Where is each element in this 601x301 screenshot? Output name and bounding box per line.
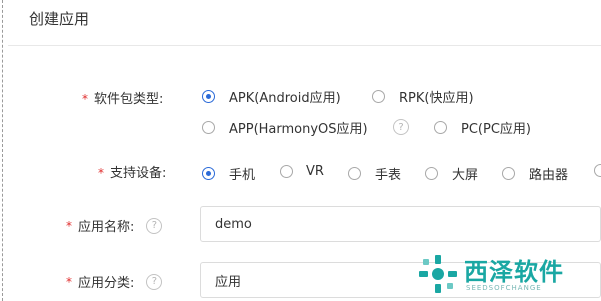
package-type-label: * 软件包类型: [82, 92, 164, 107]
radio-circle[interactable] [348, 167, 361, 180]
radio-device-vr[interactable]: VR [280, 164, 324, 179]
radio-device-screen[interactable]: 大屏 [425, 164, 478, 183]
radio-device-router[interactable]: 路由器 [502, 164, 568, 183]
page-title: 创建应用 [29, 10, 90, 28]
help-icon[interactable]: ? [393, 119, 409, 135]
radio-device-phone[interactable]: 手机 [202, 164, 255, 183]
required-mark: * [98, 166, 104, 180]
radio-circle-checked[interactable] [202, 90, 215, 103]
radio-device-watch[interactable]: 手表 [348, 164, 401, 183]
app-name-label: * 应用名称: ? [66, 216, 163, 235]
dialog-header: 创建应用 [8, 0, 601, 46]
radio-circle[interactable] [594, 164, 601, 177]
radio-pc-label: PC(PC应用) [461, 122, 531, 137]
radio-device-router-label: 路由器 [529, 168, 569, 183]
radio-circle[interactable] [434, 121, 447, 134]
radio-device-screen-label: 大屏 [452, 168, 479, 183]
app-name-input[interactable]: demo [200, 206, 601, 242]
radio-pc[interactable]: PC(PC应用) [434, 118, 531, 137]
radio-circle[interactable] [372, 90, 385, 103]
radio-apk[interactable]: APK(Android应用) [202, 87, 341, 106]
radio-circle[interactable] [425, 167, 438, 180]
required-mark: * [66, 274, 72, 289]
radio-app-label: APP(HarmonyOS应用) [229, 122, 368, 137]
radio-device-phone-label: 手机 [229, 168, 256, 183]
help-icon[interactable]: ? [146, 273, 163, 290]
radio-circle[interactable] [502, 167, 515, 180]
radio-rpk[interactable]: RPK(快应用) [372, 87, 474, 106]
radio-device-more[interactable] [594, 164, 601, 177]
devices-label: * 支持设备: [98, 166, 167, 181]
watermark: 西泽软件 SEEDSOFCHANGE [418, 252, 593, 298]
radio-device-vr-label: VR [306, 164, 324, 179]
radio-apk-label: APK(Android应用) [229, 91, 341, 106]
watermark-brand: 西泽软件 [464, 258, 564, 286]
radio-app-harmonyos[interactable]: APP(HarmonyOS应用) [202, 118, 368, 137]
radio-circle[interactable] [202, 121, 215, 134]
watermark-sub: SEEDSOFCHANGE [466, 284, 542, 292]
help-icon[interactable]: ? [146, 217, 163, 234]
radio-device-watch-label: 手表 [375, 168, 402, 183]
app-category-label: * 应用分类: ? [66, 272, 163, 291]
app-name-value: demo [215, 216, 252, 232]
left-dashed-border [2, 0, 3, 301]
required-mark: * [66, 218, 72, 233]
radio-rpk-label: RPK(快应用) [399, 91, 474, 106]
app-category-value: 应用 [215, 274, 242, 290]
radio-circle[interactable] [280, 165, 293, 178]
required-mark: * [82, 92, 88, 106]
watermark-logo-icon [419, 255, 457, 293]
radio-circle-checked[interactable] [202, 167, 215, 180]
